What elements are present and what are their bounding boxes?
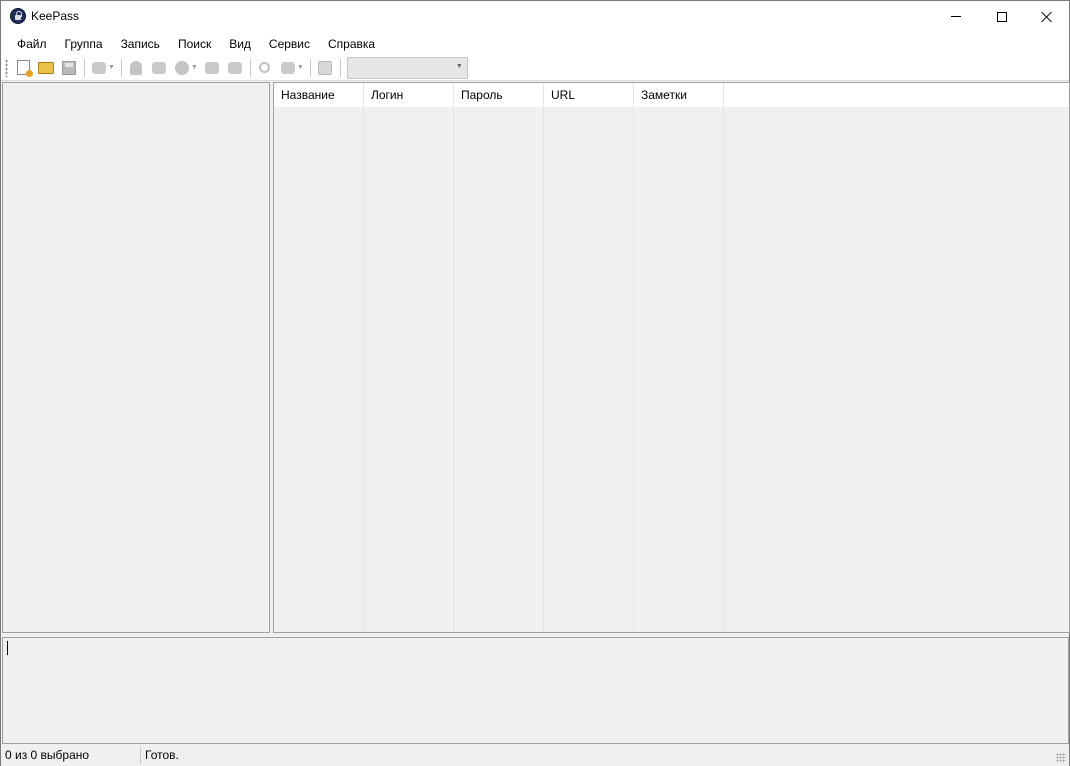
column-header-username[interactable]: Логин bbox=[364, 83, 454, 107]
show-entries-icon bbox=[280, 61, 295, 74]
chevron-down-icon[interactable]: ▼ bbox=[456, 63, 463, 70]
copy-username-button[interactable] bbox=[201, 57, 223, 79]
toolbar-grip[interactable] bbox=[5, 58, 8, 77]
new-database-icon bbox=[16, 60, 33, 77]
find-button[interactable] bbox=[254, 57, 276, 79]
minimize-icon bbox=[951, 16, 961, 17]
column-header-url[interactable]: URL bbox=[544, 83, 634, 107]
maximize-button[interactable] bbox=[979, 1, 1025, 32]
text-caret bbox=[7, 641, 8, 655]
menu-find[interactable]: Поиск bbox=[169, 34, 220, 54]
toolbar: ▼ ▼ ▼ ▼ bbox=[1, 55, 1069, 81]
delete-entry-button[interactable] bbox=[171, 57, 193, 79]
copy-username-icon bbox=[204, 61, 219, 74]
close-icon bbox=[1041, 11, 1053, 23]
show-entries-dropdown-arrow[interactable]: ▼ bbox=[297, 64, 304, 71]
edit-entry-button[interactable] bbox=[148, 57, 170, 79]
sync-button[interactable] bbox=[88, 57, 110, 79]
maximize-icon bbox=[997, 11, 1007, 22]
toolbar-separator bbox=[249, 58, 251, 77]
keepass-lock-icon bbox=[10, 8, 26, 24]
menu-group[interactable]: Группа bbox=[56, 34, 112, 54]
column-divider bbox=[363, 107, 364, 632]
resize-grip-icon[interactable] bbox=[1056, 753, 1066, 763]
delete-entry-icon bbox=[174, 60, 189, 75]
lock-icon bbox=[317, 60, 332, 75]
column-header-notes[interactable]: Заметки bbox=[634, 83, 724, 107]
toolbar-separator bbox=[84, 58, 85, 77]
entry-list-header: Название Логин Пароль URL Заметки bbox=[274, 83, 1069, 107]
menu-tools[interactable]: Сервис bbox=[260, 34, 319, 54]
toolbar-separator bbox=[309, 58, 311, 77]
keepass-window: KeePass Файл Группа Запись Поиск Вид Сер… bbox=[0, 0, 1070, 766]
column-divider bbox=[633, 107, 634, 632]
toolbar-separator bbox=[120, 58, 122, 77]
status-text: Готов. bbox=[145, 748, 179, 762]
close-button[interactable] bbox=[1024, 1, 1070, 32]
status-selection-count: 0 из 0 выбрано bbox=[1, 746, 141, 764]
lock-workspace-button[interactable] bbox=[314, 57, 336, 79]
column-divider bbox=[723, 107, 724, 632]
status-bar: 0 из 0 выбрано Готов. bbox=[1, 744, 1069, 766]
group-tree-pane[interactable] bbox=[2, 82, 270, 633]
column-divider bbox=[543, 107, 544, 632]
column-divider bbox=[453, 107, 454, 632]
menu-file[interactable]: Файл bbox=[8, 34, 56, 54]
save-icon bbox=[62, 60, 76, 75]
quick-find-combobox[interactable]: ▼ bbox=[346, 56, 468, 79]
open-database-button[interactable] bbox=[35, 57, 57, 79]
column-header-title[interactable]: Название bbox=[274, 83, 364, 107]
add-entry-button[interactable] bbox=[125, 57, 147, 79]
entry-details-pane[interactable] bbox=[2, 637, 1069, 744]
new-database-button[interactable] bbox=[12, 57, 34, 79]
open-database-icon bbox=[38, 61, 54, 74]
window-title: KeePass bbox=[31, 9, 80, 23]
menu-view[interactable]: Вид bbox=[220, 34, 260, 54]
save-button[interactable] bbox=[58, 57, 80, 79]
toolbar-separator bbox=[339, 58, 341, 77]
column-header-password[interactable]: Пароль bbox=[454, 83, 544, 107]
add-entry-icon bbox=[129, 60, 142, 75]
copy-password-icon bbox=[227, 61, 242, 74]
minimize-button[interactable] bbox=[933, 1, 979, 32]
sync-icon bbox=[92, 61, 106, 74]
entry-list-pane[interactable]: Название Логин Пароль URL Заметки bbox=[273, 82, 1070, 633]
sync-dropdown-arrow[interactable]: ▼ bbox=[108, 64, 115, 71]
menu-help[interactable]: Справка bbox=[319, 34, 384, 54]
menu-entry[interactable]: Запись bbox=[112, 34, 169, 54]
show-entries-button[interactable] bbox=[277, 57, 299, 79]
title-bar: KeePass bbox=[1, 1, 1069, 32]
find-icon bbox=[259, 62, 271, 73]
menu-bar: Файл Группа Запись Поиск Вид Сервис Спра… bbox=[1, 32, 1069, 55]
edit-entry-icon bbox=[151, 61, 166, 74]
copy-password-button[interactable] bbox=[224, 57, 246, 79]
entry-dropdown-arrow[interactable]: ▼ bbox=[191, 64, 198, 71]
